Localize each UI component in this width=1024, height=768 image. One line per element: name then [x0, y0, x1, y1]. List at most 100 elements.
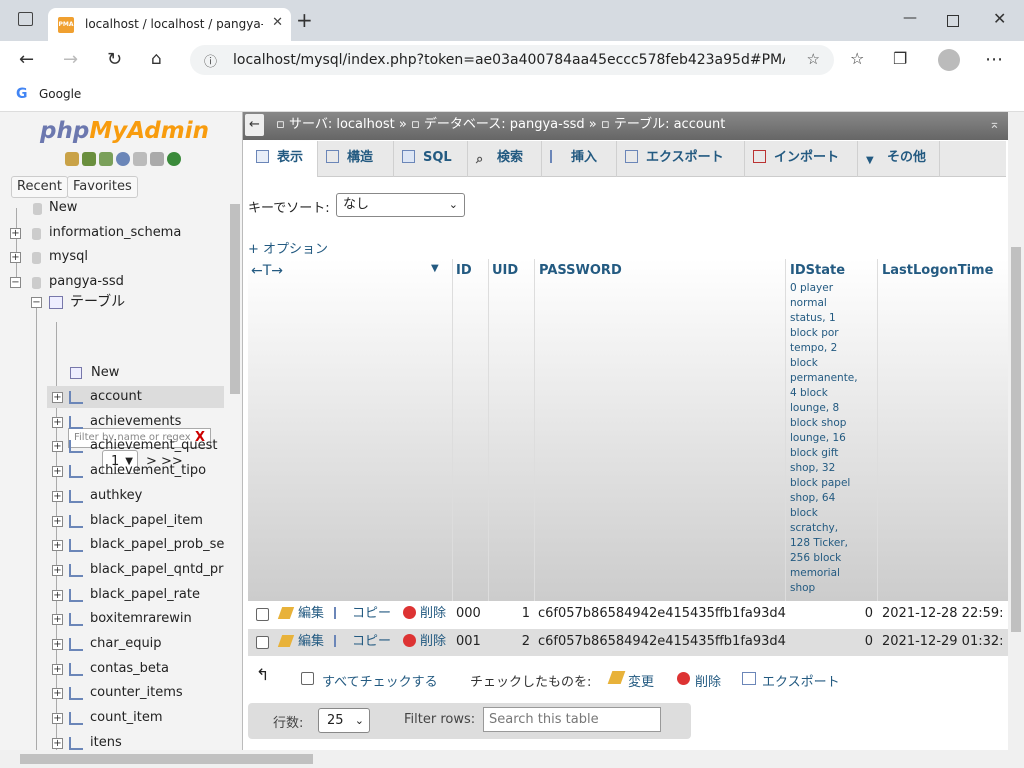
- nav-scrollbar-thumb[interactable]: [230, 204, 240, 394]
- expand-icon[interactable]: +: [10, 252, 21, 263]
- settings-icon[interactable]: [150, 152, 164, 166]
- tree-item-table[interactable]: + boxitemrarewin: [47, 608, 224, 630]
- tree-item-table[interactable]: + account: [47, 386, 224, 408]
- column-header-uid[interactable]: UID: [492, 263, 518, 278]
- reload-nav-icon[interactable]: [167, 152, 181, 166]
- breadcrumb-table[interactable]: テーブル: account: [614, 117, 726, 132]
- horizontal-scrollbar[interactable]: [0, 750, 1024, 768]
- home-icon[interactable]: [65, 152, 79, 166]
- horizontal-scrollbar-thumb[interactable]: [20, 754, 313, 764]
- expand-icon[interactable]: +: [52, 490, 63, 502]
- rows-count-select[interactable]: 25 ⌄: [318, 708, 370, 733]
- row-edit-button[interactable]: 編集: [277, 601, 324, 627]
- row-delete-button[interactable]: 削除: [403, 629, 446, 655]
- logout-icon[interactable]: [82, 152, 96, 166]
- expand-icon[interactable]: +: [52, 466, 63, 478]
- tree-item-table[interactable]: + black_papel_prob_se: [47, 534, 224, 556]
- expand-icon[interactable]: +: [52, 515, 63, 527]
- tab-insert[interactable]: 挿入: [542, 141, 617, 177]
- help-icon[interactable]: [116, 152, 130, 166]
- docs-icon[interactable]: [133, 152, 147, 166]
- vertical-scrollbar-thumb[interactable]: [1011, 247, 1021, 632]
- maximize-icon[interactable]: [947, 15, 959, 27]
- tree-item-table[interactable]: + contas_beta: [47, 658, 224, 680]
- collapse-icon[interactable]: −: [10, 277, 21, 288]
- close-tab-icon[interactable]: ✕: [272, 15, 283, 30]
- site-info-icon[interactable]: ⓘ: [204, 51, 217, 70]
- address-bar[interactable]: ⓘ localhost/mysql/index.php?token=ae03a4…: [190, 45, 834, 75]
- collapse-top-icon[interactable]: ⌅: [989, 112, 1000, 138]
- expand-icon[interactable]: +: [52, 416, 63, 428]
- main-vertical-scrollbar[interactable]: [1008, 112, 1024, 750]
- expand-icon[interactable]: +: [52, 614, 63, 626]
- nav-scrollbar[interactable]: [228, 112, 242, 750]
- check-all-checkbox[interactable]: [301, 672, 314, 685]
- expand-icon[interactable]: +: [52, 737, 63, 749]
- column-header-id[interactable]: ID: [456, 263, 472, 278]
- check-all-label[interactable]: すべてチェックする: [322, 671, 438, 690]
- toggle-nav-icon[interactable]: ←: [245, 114, 264, 136]
- query-window-icon[interactable]: [99, 152, 113, 166]
- expand-icon[interactable]: +: [52, 713, 63, 725]
- collections-icon[interactable]: ❐: [893, 49, 907, 68]
- favorites-icon[interactable]: ☆: [850, 49, 864, 68]
- bulk-export-button[interactable]: エクスポート: [762, 671, 840, 690]
- forward-icon[interactable]: →: [63, 49, 78, 70]
- url-text[interactable]: localhost/mysql/index.php?token=ae03a400…: [233, 52, 785, 68]
- sort-by-key-select[interactable]: なし ⌄: [336, 193, 465, 217]
- expand-icon[interactable]: +: [52, 639, 63, 650]
- browser-tab[interactable]: PMA localhost / localhost / pangya-ss ✕: [48, 8, 291, 41]
- row-copy-button[interactable]: コピー: [334, 629, 391, 655]
- expand-icon[interactable]: +: [52, 441, 63, 453]
- row-checkbox[interactable]: [256, 608, 269, 621]
- tree-item-table[interactable]: + achievement_quest: [47, 435, 224, 457]
- add-favorite-icon[interactable]: ☆: [807, 50, 820, 68]
- home-icon[interactable]: ⌂: [151, 49, 162, 69]
- tree-item-table[interactable]: + authkey: [47, 485, 224, 507]
- expand-icon[interactable]: +: [52, 663, 63, 675]
- tab-structure[interactable]: 構造: [318, 141, 394, 177]
- tree-item-table[interactable]: + count_item: [47, 707, 224, 729]
- tab-recent[interactable]: Recent: [11, 176, 68, 198]
- tab-favorites[interactable]: Favorites: [67, 176, 138, 198]
- tab-more[interactable]: ▼ その他: [858, 141, 940, 177]
- tree-item-table[interactable]: + black_papel_qntd_pr: [47, 559, 224, 581]
- back-icon[interactable]: ←: [19, 49, 34, 70]
- reload-icon[interactable]: ↻: [107, 49, 122, 70]
- options-link[interactable]: + オプション: [248, 238, 328, 257]
- bulk-delete-button[interactable]: 削除: [695, 671, 721, 690]
- bookmark-google[interactable]: Google: [39, 87, 81, 101]
- tab-export[interactable]: エクスポート: [617, 141, 745, 177]
- column-header-password[interactable]: PASSWORD: [539, 263, 622, 278]
- tree-item-table[interactable]: + counter_items: [47, 682, 224, 704]
- column-header-idstate[interactable]: IDState: [790, 263, 845, 278]
- expand-icon[interactable]: +: [52, 564, 63, 576]
- breadcrumb-database[interactable]: データベース: pangya-ssd: [424, 117, 585, 132]
- expand-icon[interactable]: +: [10, 228, 21, 239]
- tree-item-table[interactable]: + achievements: [47, 411, 224, 433]
- row-checkbox[interactable]: [256, 636, 269, 649]
- new-tab-icon[interactable]: +: [296, 10, 313, 30]
- breadcrumb-server[interactable]: サーバ: localhost: [289, 117, 395, 132]
- minimize-icon[interactable]: —: [903, 10, 917, 26]
- expand-icon[interactable]: +: [52, 589, 63, 601]
- tree-item-table[interactable]: + black_papel_rate: [47, 584, 224, 606]
- expand-icon[interactable]: +: [52, 540, 63, 552]
- more-menu-icon[interactable]: ⋯: [985, 49, 1003, 70]
- tree-item-table[interactable]: + achievement_tipo: [47, 460, 224, 482]
- tree-item-table[interactable]: + itens: [47, 732, 224, 750]
- expand-icon[interactable]: +: [52, 392, 63, 403]
- bulk-change-button[interactable]: 変更: [628, 671, 654, 690]
- tree-item-table[interactable]: + char_equip: [47, 633, 224, 655]
- tab-sql[interactable]: SQL: [394, 141, 468, 177]
- phpmyadmin-logo[interactable]: phpMyAdmin: [40, 118, 209, 144]
- column-menu-icon[interactable]: ▼: [431, 263, 439, 274]
- tab-import[interactable]: インポート: [745, 141, 858, 177]
- column-nav-arrows[interactable]: ←T→: [251, 263, 283, 279]
- row-edit-button[interactable]: 編集: [277, 629, 324, 655]
- expand-icon[interactable]: +: [52, 688, 63, 700]
- profile-avatar[interactable]: [938, 49, 960, 71]
- row-delete-button[interactable]: 削除: [403, 601, 446, 627]
- tab-actions-icon[interactable]: [18, 12, 33, 26]
- tab-search[interactable]: ⌕ 検索: [468, 141, 542, 177]
